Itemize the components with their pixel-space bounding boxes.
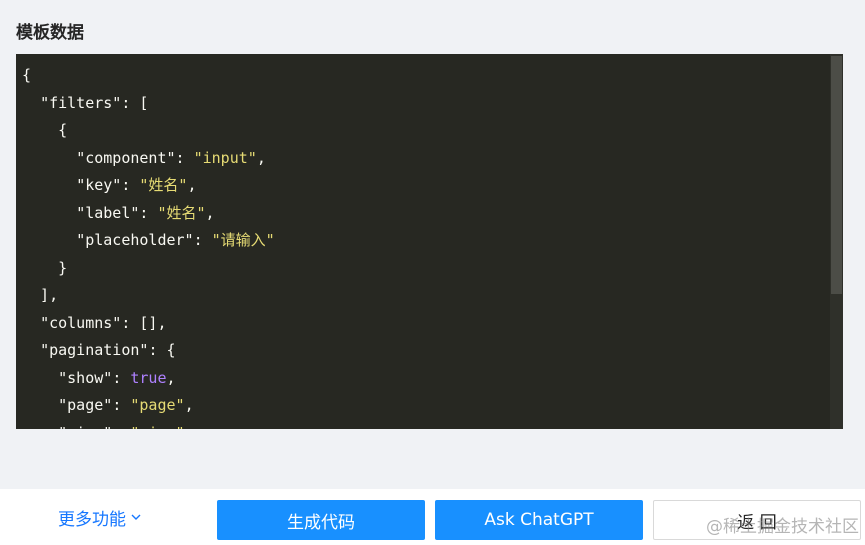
code-line: "size": "size", — [22, 420, 827, 430]
code-line: { — [22, 117, 827, 145]
code-token: , — [187, 176, 197, 194]
code-token: true — [130, 368, 167, 387]
code-token: "page" — [130, 396, 185, 414]
code-token: "pagination" — [40, 341, 149, 359]
code-line: } — [22, 255, 827, 283]
code-token: "show" — [58, 368, 113, 387]
code-line: { — [22, 62, 827, 90]
code-line: "placeholder": "请输入" — [22, 227, 827, 255]
code-line: "page": "page", — [22, 392, 827, 420]
code-token: : — [139, 203, 158, 222]
code-token: "size" — [58, 424, 112, 430]
chevron-down-icon — [131, 514, 141, 520]
code-token: , — [256, 148, 266, 167]
watermark: @稀土掘金技术社区 — [706, 517, 859, 537]
code-line: "key": "姓名", — [22, 172, 827, 200]
code-token: : { — [148, 341, 176, 359]
code-token: "filters" — [40, 93, 122, 112]
code-token: "input" — [193, 148, 257, 167]
more-features-button[interactable]: 更多功能 — [58, 499, 142, 535]
code-token: , — [185, 424, 194, 430]
code-editor[interactable]: { "filters": [ { "component": "input", "… — [16, 54, 843, 429]
code-token: "page" — [58, 396, 113, 414]
code-token: : — [175, 148, 194, 167]
code-token: : [ — [121, 93, 149, 112]
code-token: ], — [22, 286, 59, 304]
code-line: "filters": [ — [22, 90, 827, 118]
code-token: : — [112, 396, 131, 414]
code-token: "姓名" — [139, 176, 188, 194]
code-line: "component": "input", — [22, 145, 827, 173]
code-token: : — [112, 368, 131, 387]
code-token: "请输入" — [211, 231, 275, 249]
generate-code-button[interactable]: 生成代码 — [217, 500, 425, 540]
code-token: : [], — [121, 313, 167, 332]
code-token: , — [184, 396, 194, 414]
code-line: "columns": [], — [22, 310, 827, 338]
code-line: "show": true, — [22, 365, 827, 393]
code-line: "pagination": { — [22, 337, 827, 365]
scrollbar-thumb[interactable] — [831, 56, 842, 294]
code-line: "label": "姓名", — [22, 200, 827, 228]
code-token: "key" — [76, 176, 122, 194]
code-token: "columns" — [40, 313, 122, 332]
code-token: : — [112, 424, 130, 430]
code-token: "label" — [76, 203, 140, 222]
section-title: 模板数据 — [16, 23, 84, 43]
code-token: } — [22, 258, 68, 277]
code-token: : — [121, 176, 140, 194]
ask-chatgpt-button[interactable]: Ask ChatGPT — [435, 500, 643, 540]
code-token: { — [22, 66, 32, 84]
code-content[interactable]: { "filters": [ { "component": "input", "… — [22, 62, 827, 429]
code-line: ], — [22, 282, 827, 310]
code-token: , — [166, 368, 176, 387]
scrollbar-track[interactable] — [830, 54, 843, 429]
code-token: { — [22, 121, 68, 139]
code-token: , — [205, 203, 215, 222]
more-features-label: 更多功能 — [58, 509, 126, 530]
code-token: "placeholder" — [76, 231, 194, 249]
code-token: "姓名" — [157, 203, 206, 222]
code-token: : — [193, 231, 212, 249]
code-token: "component" — [76, 148, 176, 167]
code-token: "size" — [130, 424, 184, 430]
